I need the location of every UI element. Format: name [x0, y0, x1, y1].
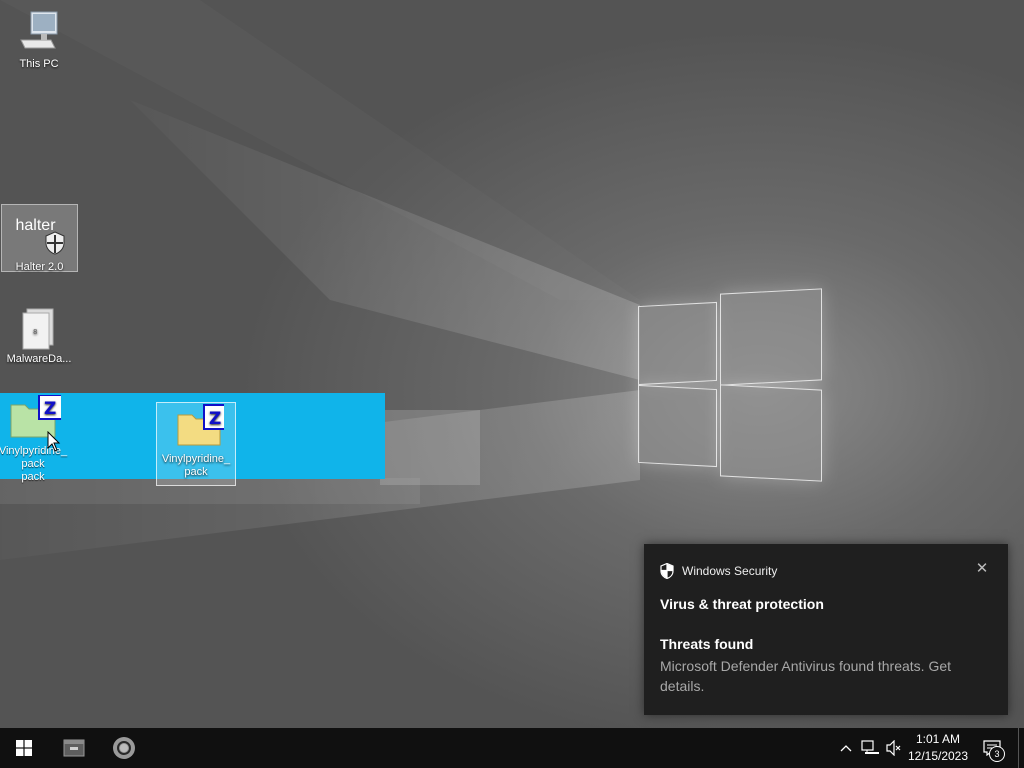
desktop-icon-label: This PC — [19, 58, 59, 70]
svg-text:Z: Z — [209, 409, 221, 429]
desktop-icon-vinylpyridine-pack[interactable]: Z Vinylpyridine_ pack — [156, 402, 236, 486]
desktop-icon-label: MalwareDa... — [6, 353, 72, 365]
windows-security-toast[interactable]: Windows Security ✕ Virus & threat protec… — [644, 544, 1008, 715]
drag-ghost — [380, 410, 480, 485]
close-icon[interactable]: ✕ — [972, 559, 992, 579]
show-desktop-button[interactable] — [1018, 728, 1024, 768]
document-icon: 8 — [22, 308, 54, 350]
svg-text:Z: Z — [44, 399, 56, 419]
desktop-icon-label: Vinylpyridine_ pack pack — [0, 445, 68, 483]
network-icon[interactable] — [860, 738, 880, 758]
desktop-icon-halter[interactable]: halter Halter 2.0 — [1, 204, 78, 273]
desktop-icon-malware-database[interactable]: 8 MalwareDa... — [0, 305, 78, 366]
svg-text:8: 8 — [33, 328, 37, 336]
start-button[interactable] — [0, 728, 48, 768]
desktop-icon-label: Halter 2.0 — [15, 261, 64, 273]
taskbar-clock[interactable]: 1:01 AM 12/15/2023 — [903, 731, 973, 765]
notification-count-badge: 3 — [989, 746, 1005, 762]
taskbar-browser[interactable] — [100, 728, 148, 768]
zip-folder-icon: Z — [177, 404, 224, 446]
toast-body[interactable]: Microsoft Defender Antivirus found threa… — [660, 656, 990, 696]
action-center-button[interactable]: 3 — [982, 738, 1005, 762]
shield-icon — [660, 563, 674, 579]
desktop-icon-vinylpyridine-pack-dragged[interactable]: Z Vinylpyridine_ pack pack — [0, 395, 72, 484]
windows-start-icon — [16, 740, 32, 756]
clock-time: 1:01 AM — [915, 732, 961, 746]
toast-app-name: Windows Security — [682, 564, 778, 578]
browser-icon — [113, 737, 135, 759]
taskbar-file-explorer[interactable] — [50, 728, 98, 768]
mouse-cursor-icon — [47, 431, 61, 452]
tray-chevron-up-icon[interactable] — [836, 738, 856, 758]
volume-muted-icon[interactable] — [884, 738, 904, 758]
desktop[interactable]: This PC halter Halter 2.0 8 MalwareDa... — [0, 0, 1024, 728]
clock-date: 12/15/2023 — [907, 749, 969, 763]
file-explorer-icon — [63, 739, 85, 757]
shield-icon — [45, 231, 64, 255]
toast-header: Windows Security — [660, 563, 777, 579]
desktop-icon-label: Vinylpyridine_ pack — [161, 453, 231, 478]
toast-subtitle: Threats found — [660, 636, 754, 652]
toast-title: Virus & threat protection — [660, 596, 824, 612]
halter-logo-icon: halter — [16, 213, 64, 257]
desktop-icon-this-pc[interactable]: This PC — [0, 8, 78, 71]
computer-icon — [20, 11, 58, 49]
taskbar: 1:01 AM 12/15/2023 3 — [0, 728, 1024, 768]
